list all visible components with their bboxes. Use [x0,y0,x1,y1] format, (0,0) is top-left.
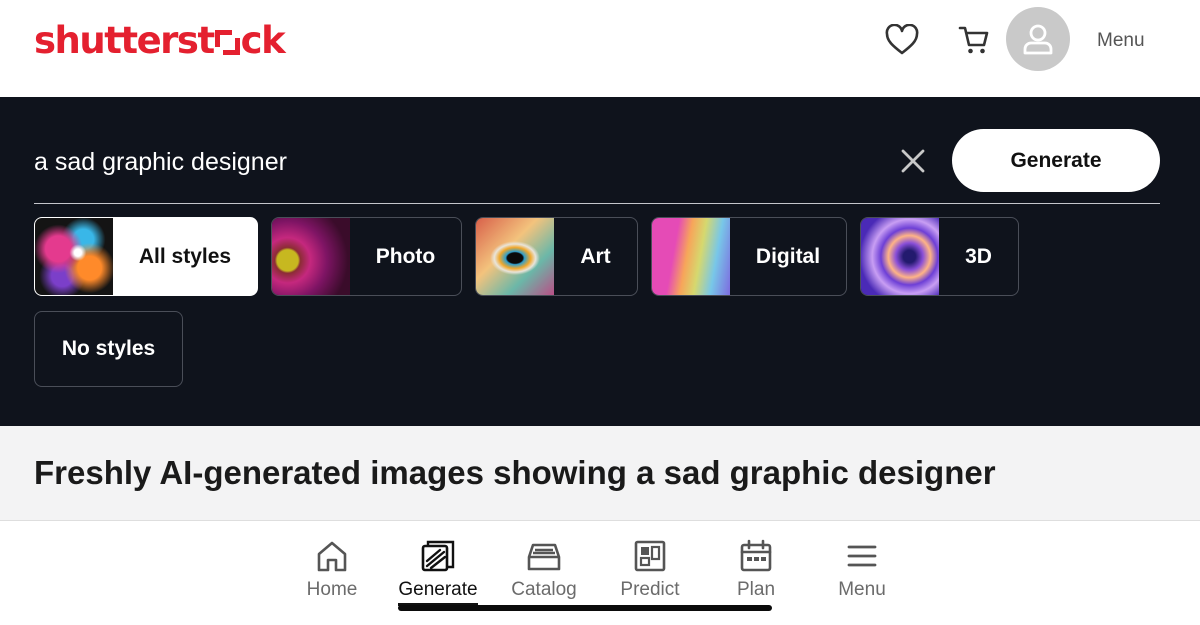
digital-thumbnail [652,218,730,295]
nav-item-label: Menu [838,579,886,600]
home-icon [317,541,347,572]
style-chip-label: No styles [61,337,156,360]
home-indicator-bar[interactable] [398,605,772,611]
results-section-header: Freshly AI-generated images showing a sa… [0,426,1200,521]
catalog-icon [527,543,561,571]
user-icon [1023,24,1053,55]
style-chip-photo[interactable]: Photo [271,217,462,296]
header-menu-link[interactable]: Menu [1097,30,1145,52]
logo-mark-icon [214,30,240,55]
top-header: shutterst ck Menu [0,0,1200,97]
cart-icon[interactable] [956,22,992,58]
bottom-navigation: Home Generate Catalog Predict Plan Menu [0,521,1200,625]
nav-item-label: Plan [736,579,776,600]
photo-thumbnail [272,218,350,295]
generate-icon [421,540,455,572]
nav-item-label: Catalog [511,579,577,600]
art-thumbnail [476,218,554,295]
style-chip-label: All styles [138,244,232,268]
nav-item-label: Generate [398,579,478,600]
all-styles-thumbnail [35,218,113,295]
style-chip-art[interactable]: Art [475,217,638,296]
style-chip-3d[interactable]: 3D [860,217,1019,296]
prompt-input[interactable] [34,145,854,179]
generate-button[interactable]: Generate [952,129,1160,192]
close-icon[interactable] [898,146,928,176]
style-chip-digital[interactable]: Digital [651,217,847,296]
shutterstock-logo[interactable]: shutterst ck [34,19,286,62]
nav-item-catalog[interactable]: Catalog [494,539,594,601]
logo-text-end: ck [240,19,286,62]
style-chip-label: Art [580,244,611,268]
style-chip-no-styles[interactable]: No styles [34,311,183,387]
style-chip-label: Digital [755,244,821,268]
3d-thumbnail [861,218,939,295]
logo-text-start: shutterst [34,19,215,62]
nav-item-predict[interactable]: Predict [600,539,700,601]
calendar-icon [740,539,772,572]
nav-item-menu[interactable]: Menu [812,539,912,601]
style-chip-all-styles[interactable]: All styles [34,217,258,296]
nav-item-plan[interactable]: Plan [706,539,806,601]
generate-search-panel: Generate All styles Photo Art Digital 3D… [0,97,1200,426]
page-title: Freshly AI-generated images showing a sa… [34,454,996,491]
search-bar: Generate [34,129,1160,204]
user-avatar[interactable] [1006,7,1070,71]
predict-icon [634,540,666,572]
nav-item-label: Predict [620,579,680,600]
style-chip-label: 3D [965,244,992,268]
heart-icon[interactable] [884,22,920,58]
hamburger-icon [847,545,877,567]
nav-item-label: Home [306,579,358,600]
style-chip-label: Photo [375,244,436,268]
nav-item-generate[interactable]: Generate [388,539,488,601]
nav-item-home[interactable]: Home [282,539,382,601]
